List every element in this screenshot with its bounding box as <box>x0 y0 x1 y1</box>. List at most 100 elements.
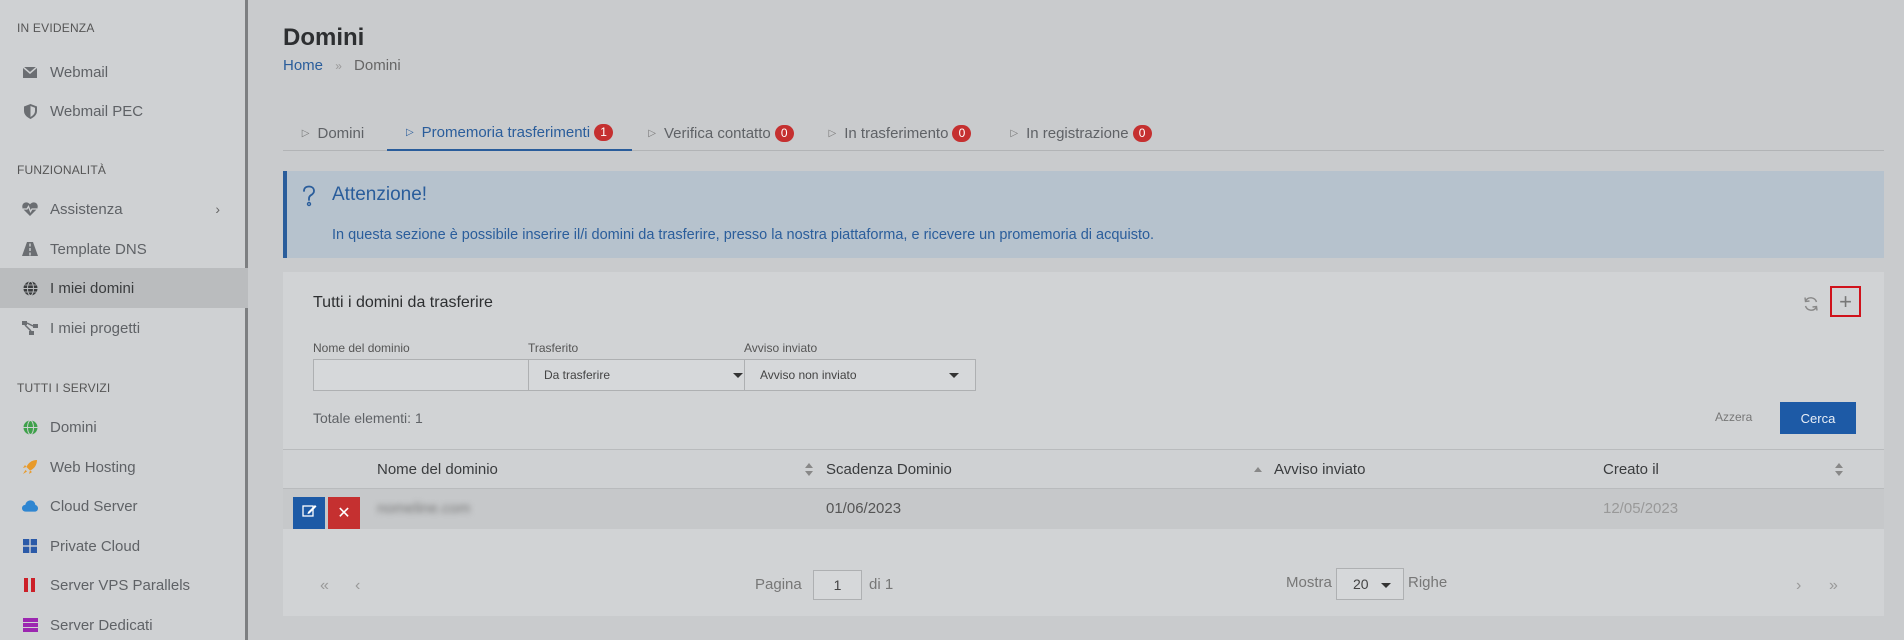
first-page-button[interactable]: « <box>320 577 329 595</box>
tab-bar: ▷ Domini ▷ Promemoria trasferimenti 1 ▷ … <box>283 115 1884 151</box>
sort-icon[interactable] <box>805 463 815 477</box>
transfers-panel: Tutti i domini da trasferire + Nome del … <box>283 272 1884 616</box>
triangle-right-icon: ▷ <box>301 127 310 139</box>
sidebar-item-label: Server Dedicati <box>50 616 153 634</box>
page-total: di 1 <box>869 576 894 593</box>
sidebar-item-assistenza[interactable]: Assistenza › <box>0 189 248 229</box>
column-header-notice[interactable]: Avviso inviato <box>1274 450 1365 490</box>
sidebar-item-template-dns[interactable]: Template DNS <box>0 229 248 269</box>
column-header-created[interactable]: Creato il <box>1603 450 1659 490</box>
parallels-icon <box>22 577 38 593</box>
question-icon <box>301 185 321 209</box>
sidebar-item-label: Webmail PEC <box>50 102 144 120</box>
sidebar-item-label: I miei progetti <box>50 319 141 337</box>
triangle-right-icon: ▷ <box>828 127 837 139</box>
green-globe-icon <box>22 419 38 435</box>
column-header-domain[interactable]: Nome del dominio <box>377 450 498 490</box>
tab-in-trasferimento[interactable]: ▷ In trasferimento 0 <box>820 115 980 151</box>
sidebar-item-private-cloud[interactable]: Private Cloud <box>0 526 248 566</box>
sidebar-item-server-vps[interactable]: Server VPS Parallels <box>0 565 248 605</box>
count-badge: 0 <box>774 124 794 142</box>
transferred-select[interactable]: Da trasferire <box>528 359 760 391</box>
panel-title: Tutti i domini da trasferire <box>313 294 493 311</box>
rows-per-page-select[interactable]: 20 <box>1336 568 1404 600</box>
last-page-button[interactable]: » <box>1829 577 1838 595</box>
tab-verifica-contatto[interactable]: ▷ Verifica contatto 0 <box>641 115 801 151</box>
breadcrumb: Home » Domini <box>283 57 401 74</box>
cloud-icon <box>22 498 38 514</box>
tab-label: Verifica contatto <box>663 124 771 142</box>
server-stack-icon <box>22 617 38 633</box>
column-header-expiry[interactable]: Scadenza Dominio <box>826 450 952 490</box>
transferred-label: Trasferito <box>528 341 579 355</box>
sidebar-item-domini[interactable]: Domini <box>0 407 248 447</box>
tab-in-registrazione[interactable]: ▷ In registrazione 0 <box>1001 115 1161 151</box>
domain-name-input[interactable] <box>313 359 545 391</box>
triangle-right-icon: ▷ <box>1010 127 1019 139</box>
chevron-right-icon: › <box>215 201 220 217</box>
breadcrumb-separator: » <box>335 59 342 73</box>
breadcrumb-current: Domini <box>354 57 401 74</box>
sidebar-item-miei-domini[interactable]: I miei domini <box>0 268 248 308</box>
road-icon <box>22 241 38 257</box>
envelope-icon <box>22 64 38 80</box>
notice-sent-select[interactable]: Avviso non inviato <box>744 359 976 391</box>
sidebar-item-miei-progetti[interactable]: I miei progetti <box>0 308 248 348</box>
table-row: ✕ nomeline.com 01/06/2023 12/05/2023 <box>283 489 1884 529</box>
sidebar-item-webmail[interactable]: Webmail <box>0 52 248 92</box>
tab-label: In trasferimento <box>844 124 949 142</box>
add-domain-button[interactable]: + <box>1830 286 1861 317</box>
triangle-right-icon: ▷ <box>648 127 656 139</box>
count-badge: 0 <box>1132 124 1152 142</box>
alert-text: In questa sezione è possibile inserire i… <box>332 227 1155 243</box>
row-created: 12/05/2023 <box>1603 500 1679 517</box>
sidebar-item-label: Cloud Server <box>50 497 138 515</box>
edit-button[interactable] <box>293 497 325 529</box>
sidebar-item-web-hosting[interactable]: Web Hosting <box>0 447 248 487</box>
sort-asc-icon[interactable] <box>1254 467 1262 472</box>
sidebar: IN EVIDENZA Webmail Webmail PEC FUNZIONA… <box>0 0 248 640</box>
caret-down-icon <box>1381 583 1391 588</box>
page-title: Domini <box>283 24 365 51</box>
refresh-icon[interactable] <box>1801 294 1821 314</box>
sidebar-item-webmail-pec[interactable]: Webmail PEC <box>0 91 248 131</box>
sidebar-item-label: I miei domini <box>50 279 135 297</box>
sidebar-section-highlight: IN EVIDENZA <box>17 21 95 35</box>
sort-icon[interactable] <box>1835 463 1845 477</box>
sidebar-item-label: Server VPS Parallels <box>50 576 191 594</box>
sidebar-item-label: Private Cloud <box>50 537 141 555</box>
windows-grid-icon <box>22 538 38 554</box>
sitemap-icon <box>22 320 38 336</box>
heartbeat-icon <box>22 201 38 217</box>
total-count: Totale elementi: 1 <box>313 410 423 426</box>
breadcrumb-home-link[interactable]: Home <box>283 57 323 74</box>
triangle-right-icon: ▷ <box>405 126 414 138</box>
prev-page-button[interactable]: ‹ <box>355 577 360 595</box>
tab-label: Domini <box>317 124 365 142</box>
tab-domini[interactable]: ▷ Domini <box>283 115 383 151</box>
notice-sent-label: Avviso inviato <box>744 341 818 355</box>
edit-icon <box>301 503 317 523</box>
search-button[interactable]: Cerca <box>1780 402 1856 434</box>
alert-title: Attenzione! <box>332 184 428 205</box>
sidebar-section-services: TUTTI I SERVIZI <box>17 381 111 395</box>
globe-icon <box>22 280 38 296</box>
sidebar-item-cloud-server[interactable]: Cloud Server <box>0 486 248 526</box>
delete-button[interactable]: ✕ <box>328 497 360 529</box>
shield-icon <box>22 103 38 119</box>
tab-promemoria-trasferimenti[interactable]: ▷ Promemoria trasferimenti 1 <box>387 115 632 151</box>
notice-sent-select-value: Avviso non inviato <box>760 368 857 382</box>
next-page-button[interactable]: › <box>1796 577 1801 595</box>
close-icon: ✕ <box>337 505 351 522</box>
sidebar-item-label: Domini <box>50 418 97 436</box>
table-header: Nome del dominio Scadenza Dominio Avviso… <box>283 449 1884 489</box>
sidebar-item-label: Webmail <box>50 63 109 81</box>
sidebar-section-features: FUNZIONALITÀ <box>17 163 107 177</box>
page-label: Pagina <box>755 576 802 593</box>
page-input[interactable]: 1 <box>813 570 862 600</box>
caret-down-icon <box>949 373 959 378</box>
sidebar-item-server-dedicati[interactable]: Server Dedicati <box>0 605 248 640</box>
sidebar-item-label: Template DNS <box>50 240 147 258</box>
reset-button[interactable]: Azzera <box>1715 410 1752 424</box>
row-expiry: 01/06/2023 <box>826 500 902 517</box>
